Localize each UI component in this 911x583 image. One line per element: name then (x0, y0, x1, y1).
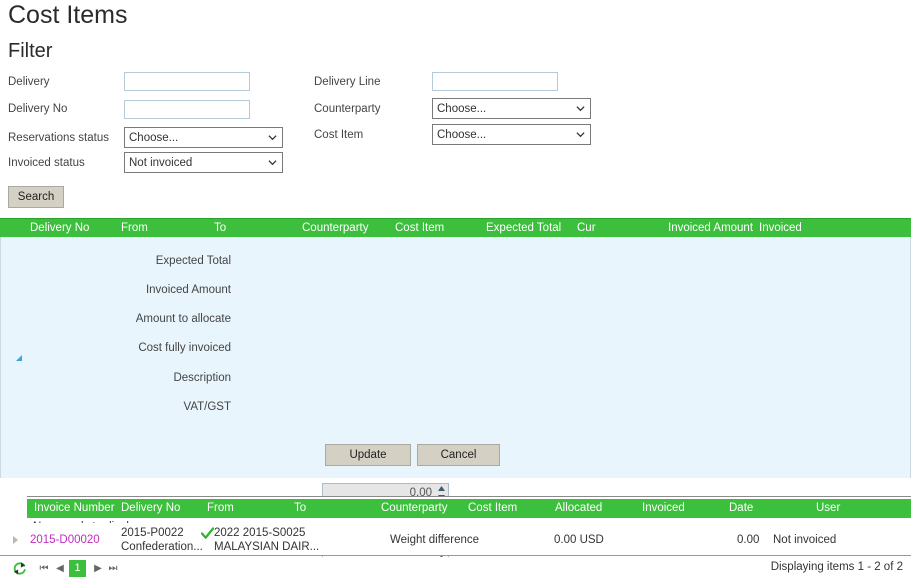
page-title: Cost Items (8, 1, 128, 29)
label-delivery-line: Delivery Line (314, 76, 381, 88)
collapse-arrow-icon[interactable] (15, 354, 23, 362)
label-counterparty: Counterparty (314, 103, 381, 115)
pager-info: Displaying items 1 - 2 of 2 (770, 561, 903, 573)
page-number-1[interactable]: 1 (69, 560, 86, 577)
label-reservations-status: Reservations status (8, 132, 109, 144)
update-button[interactable]: Update (325, 444, 411, 466)
icol-invoice-number[interactable]: Invoice Number (34, 502, 115, 514)
prev-page-button[interactable]: ◀ (53, 561, 67, 576)
label-invoiced-status: Invoiced status (8, 157, 85, 169)
row-cost-item: Weight difference (390, 534, 480, 546)
cost-item-edit-panel: Expected Total Invoiced Amount Amount to… (0, 237, 911, 581)
row-invoiced-amount: 0.00 (737, 534, 760, 546)
cancel-button[interactable]: Cancel (417, 444, 500, 466)
reservations-status-select-wrap[interactable] (124, 127, 283, 148)
label-vat-gst: VAT/GST (183, 401, 232, 413)
counterparty-select[interactable] (432, 98, 591, 119)
col-invoiced-amount[interactable]: Invoiced Amount (668, 222, 753, 234)
table-row[interactable]: 2015-D00020 2015-P0022 Confederation... … (0, 523, 911, 556)
delivery-input[interactable] (124, 72, 250, 91)
icol-to[interactable]: To (294, 502, 306, 514)
expand-row-arrow-icon[interactable] (13, 536, 18, 544)
next-page-button[interactable]: ▶ (91, 561, 105, 576)
row-invoiced-status: Not invoiced (773, 534, 837, 546)
row-to-line2: MALAYSIAN DAIR... (214, 541, 320, 553)
row-from-line1: 2015-P0022 (121, 527, 184, 539)
filter-heading: Filter (8, 40, 53, 62)
col-from[interactable]: From (121, 222, 148, 234)
col-cost-item[interactable]: Cost Item (395, 222, 444, 234)
filter-form: Delivery Delivery No Reservations status… (0, 70, 911, 180)
icol-counterparty[interactable]: Counterparty (381, 502, 447, 514)
search-button[interactable]: Search (8, 186, 64, 208)
label-expected-total: Expected Total (155, 255, 231, 267)
label-description: Description (173, 372, 231, 384)
col-delivery-no[interactable]: Delivery No (30, 222, 89, 234)
refresh-icon[interactable] (12, 561, 27, 576)
icol-cost-item[interactable]: Cost Item (468, 502, 517, 514)
col-to[interactable]: To (214, 222, 226, 234)
first-page-button[interactable]: ⏮ (37, 561, 51, 576)
invoiced-status-select-wrap[interactable] (124, 152, 283, 173)
pager: ⏮ ◀ 1 ▶ ⏭ Displaying items 1 - 2 of 2 (0, 557, 911, 583)
icol-delivery-no[interactable]: Delivery No (121, 502, 180, 514)
icol-invoiced[interactable]: Invoiced (642, 502, 685, 514)
col-invoiced[interactable]: Invoiced (759, 222, 802, 234)
invoiced-status-select[interactable] (124, 152, 283, 173)
inner-grid-header-row: Invoice Number Delivery No From To Count… (27, 499, 911, 518)
label-amount-to-allocate: Amount to allocate (135, 313, 231, 325)
label-cost-fully-invoiced: Cost fully invoiced (138, 342, 231, 354)
check-mark-icon (201, 527, 214, 539)
cost-item-select-wrap[interactable] (432, 124, 591, 145)
row-from-line2: Confederation... (121, 541, 203, 553)
icol-from[interactable]: From (207, 502, 234, 514)
icol-date[interactable]: Date (729, 502, 753, 514)
label-delivery: Delivery (8, 76, 50, 88)
row-expected-total: 0.00 USD (554, 534, 604, 546)
row-to-line1: 2022 2015-S0025 (214, 527, 306, 539)
col-cur[interactable]: Cur (577, 222, 596, 234)
col-expected-total[interactable]: Expected Total (486, 222, 561, 234)
cost-items-grid: Delivery No From To Counterparty Cost It… (0, 218, 911, 581)
label-invoiced-amount: Invoiced Amount (145, 284, 231, 296)
cost-items-page: Cost Items Filter Delivery Delivery No R… (0, 0, 911, 583)
counterparty-select-wrap[interactable] (432, 98, 591, 119)
label-cost-item: Cost Item (314, 129, 364, 141)
last-page-button[interactable]: ⏭ (106, 561, 120, 576)
row-delivery-no-link[interactable]: 2015-D00020 (30, 534, 100, 546)
icol-user[interactable]: User (816, 502, 840, 514)
cost-item-select[interactable] (432, 124, 591, 145)
grid-header-row: Delivery No From To Counterparty Cost It… (0, 218, 911, 237)
col-counterparty[interactable]: Counterparty (302, 222, 368, 234)
delivery-no-input[interactable] (124, 100, 250, 119)
icol-allocated[interactable]: Allocated (555, 502, 602, 514)
reservations-status-select[interactable] (124, 127, 283, 148)
label-delivery-no: Delivery No (8, 103, 68, 115)
delivery-line-input[interactable] (432, 72, 558, 91)
